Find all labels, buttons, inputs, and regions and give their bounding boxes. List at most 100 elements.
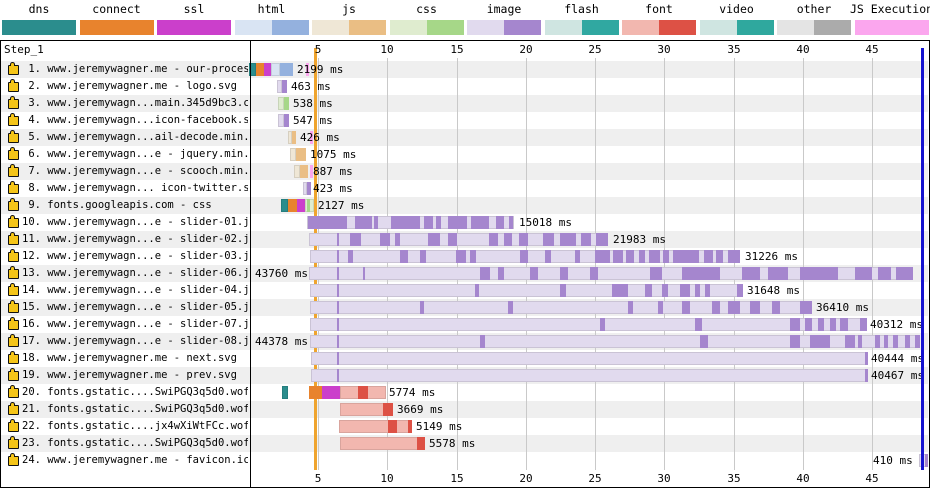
request-time-label: 31226 ms xyxy=(745,248,798,265)
request-bar-segment-img_d xyxy=(307,182,311,195)
request-label: 9. fonts.googleapis.com - css xyxy=(22,197,248,214)
axis-tick-top-5: 5 xyxy=(315,41,322,58)
request-label: 23. fonts.gstatic....SwiPGQ3q5d0.woff2 xyxy=(22,435,248,452)
request-row[interactable]: 14. www.jeremywagn...e - slider-04.jpg31… xyxy=(0,282,930,299)
secure-lock-icon xyxy=(8,235,19,245)
request-label: 1. www.jeremywagner.me - our-process xyxy=(22,61,248,78)
request-bar-segment-img_d xyxy=(742,267,760,280)
secure-lock-icon xyxy=(8,116,19,126)
request-bar-segment-img_d xyxy=(595,250,610,263)
request-bar-segment-img_d xyxy=(400,250,408,263)
axis-tick-bottom-5: 5 xyxy=(315,470,322,487)
request-row[interactable]: 22. fonts.gstatic....jx4wXiWtFCc.woff251… xyxy=(0,418,930,435)
request-label: 6. www.jeremywagn...e - jquery.min.js xyxy=(22,146,248,163)
request-bar-segment-img_d xyxy=(840,318,848,331)
request-bar-segment-img_d xyxy=(337,284,339,297)
request-row[interactable]: 20. fonts.gstatic....SwiPGQ3q5d0.woff257… xyxy=(0,384,930,401)
axis-tick-top-35: 35 xyxy=(727,41,740,58)
request-row[interactable]: 8. www.jeremywagn... icon-twitter.svg423… xyxy=(0,180,930,197)
request-row[interactable]: 4. www.jeremywagn...icon-facebook.svg547… xyxy=(0,112,930,129)
request-time-label: 40312 ms xyxy=(870,316,923,333)
request-row[interactable]: 24. www.jeremywagner.me - favicon.ico410… xyxy=(0,452,930,469)
request-label: 18. www.jeremywagner.me - next.svg xyxy=(22,350,248,367)
request-bar-segment-img_l xyxy=(310,318,867,331)
request-bar-segment-img_d xyxy=(650,267,662,280)
axis-tick-bottom-25: 25 xyxy=(588,470,601,487)
secure-lock-icon xyxy=(8,133,19,143)
request-row[interactable]: 5. www.jeremywagn...ail-decode.min.js 426… xyxy=(0,129,930,146)
secure-lock-icon xyxy=(8,320,19,330)
request-row[interactable]: 9. fonts.googleapis.com - css2127 ms xyxy=(0,197,930,214)
request-bar-segment-img_l xyxy=(310,284,743,297)
secure-lock-icon xyxy=(8,337,19,347)
secure-lock-icon xyxy=(8,269,19,279)
request-label: 5. www.jeremywagn...ail-decode.min.js xyxy=(22,129,248,146)
legend-label-other: other xyxy=(797,2,832,17)
legend-swatch-js xyxy=(312,20,386,35)
request-bar-segment-img_d xyxy=(420,250,426,263)
request-row[interactable]: 1. www.jeremywagner.me - our-process2199… xyxy=(0,61,930,78)
request-row[interactable]: 18. www.jeremywagner.me - next.svg40444 … xyxy=(0,350,930,367)
secure-lock-icon xyxy=(8,354,19,364)
request-row[interactable]: 23. fonts.gstatic....SwiPGQ3q5d0.woff255… xyxy=(0,435,930,452)
request-row[interactable]: 3. www.jeremywagn...main.345d9bc3.css538… xyxy=(0,95,930,112)
request-row[interactable]: 19. www.jeremywagner.me - prev.svg40467 … xyxy=(0,367,930,384)
axis-tick-top-25: 25 xyxy=(588,41,601,58)
request-row[interactable]: 16. www.jeremywagn...e - slider-07.jpg 40… xyxy=(0,316,930,333)
legend-label-js: js xyxy=(342,2,356,17)
request-bar-segment-img_d xyxy=(355,216,372,229)
request-bar-segment-img_d xyxy=(728,301,740,314)
request-time-label: 36410 ms xyxy=(816,299,869,316)
request-row[interactable]: 7. www.jeremywagn...e - scooch.min.js887… xyxy=(0,163,930,180)
request-bar-segment-img_d xyxy=(424,216,433,229)
request-label: 8. www.jeremywagn... icon-twitter.svg xyxy=(22,180,248,197)
request-bar-segment-img_d xyxy=(805,318,812,331)
request-bar-segment-js_d xyxy=(292,131,296,144)
request-label: 15. www.jeremywagn...e - slider-05.jpg xyxy=(22,299,248,316)
legend-label-image: image xyxy=(487,2,522,17)
legend-swatch-color xyxy=(349,20,386,35)
request-row[interactable]: 10. www.jeremywagn...e - slider-01.jpg15… xyxy=(0,214,930,231)
request-time-label: 410 ms xyxy=(873,452,913,469)
legend-swatch-color xyxy=(545,20,582,35)
request-row[interactable]: 17. www.jeremywagn...e - slider-08.jpg44… xyxy=(0,333,930,350)
request-row[interactable]: 13. www.jeremywagn...e - slider-06.jpg43… xyxy=(0,265,930,282)
request-bar-segment-img_d xyxy=(470,250,476,263)
request-bar-segment-img_d xyxy=(790,335,800,348)
secure-lock-icon xyxy=(8,82,19,92)
request-row[interactable]: 12. www.jeremywagn...e - slider-03.jpg 31… xyxy=(0,248,930,265)
request-row[interactable]: 6. www.jeremywagn...e - jquery.min.js107… xyxy=(0,146,930,163)
legend-label-ssl: ssl xyxy=(184,2,205,17)
request-bar-segment-img_d xyxy=(896,267,913,280)
axis-tick-top-45: 45 xyxy=(865,41,878,58)
request-label: 12. www.jeremywagn...e - slider-03.jpg xyxy=(22,248,248,265)
legend-swatch-css xyxy=(390,20,464,35)
legend-label-flash: flash xyxy=(564,2,599,17)
request-time-label: 426 ms xyxy=(300,129,340,146)
request-time-label: 15018 ms xyxy=(519,214,572,231)
request-row[interactable]: 2. www.jeremywagner.me - logo.svg463 ms xyxy=(0,78,930,95)
request-bar-segment-img_d xyxy=(716,250,723,263)
legend-swatch-color xyxy=(312,20,349,35)
request-bar-segment-img_d xyxy=(348,250,353,263)
request-bar-segment-img_d xyxy=(575,250,580,263)
legend-swatch-color xyxy=(659,20,696,35)
request-bar-segment-img_d xyxy=(282,80,287,93)
request-label: 16. www.jeremywagn...e - slider-07.jpg xyxy=(22,316,248,333)
request-bar-segment-img_d xyxy=(612,284,628,297)
request-bar-segment-ssl xyxy=(264,63,271,76)
request-label: 19. www.jeremywagner.me - prev.svg xyxy=(22,367,248,384)
secure-lock-icon xyxy=(8,303,19,313)
request-bar-segment-img_d xyxy=(337,335,339,348)
axis-tick-bottom-10: 10 xyxy=(380,470,393,487)
request-bar-segment-img_d xyxy=(613,250,623,263)
request-row[interactable]: 11. www.jeremywagn...e - slider-02.jpg21… xyxy=(0,231,930,248)
secure-lock-icon xyxy=(8,201,19,211)
axis-tick-bottom-35: 35 xyxy=(727,470,740,487)
request-bar-segment-img_d xyxy=(480,267,490,280)
request-row[interactable]: 21. fonts.gstatic....SwiPGQ3q5d0.woff236… xyxy=(0,401,930,418)
request-row[interactable]: 15. www.jeremywagn...e - slider-05.jpg 36… xyxy=(0,299,930,316)
request-bar-segment-img_d xyxy=(818,318,824,331)
request-bar-segment-img_d xyxy=(420,301,424,314)
legend-swatch-other xyxy=(777,20,851,35)
